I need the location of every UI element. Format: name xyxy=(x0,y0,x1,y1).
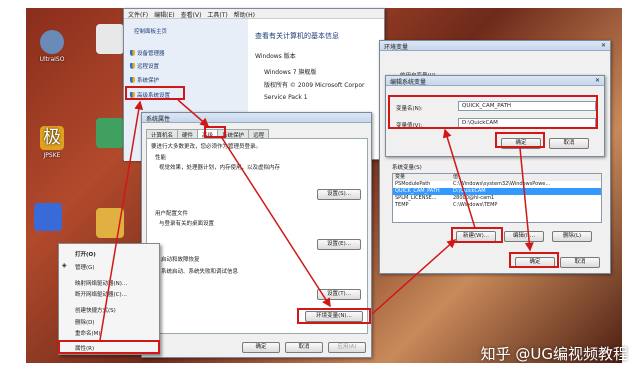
arrow-3 xyxy=(221,137,331,308)
arrow-5 xyxy=(442,128,476,229)
arrow-6 xyxy=(519,147,534,252)
arrow-2 xyxy=(177,99,210,127)
watermark: 知乎 @UG编视频教程 xyxy=(480,345,628,363)
arrow-4 xyxy=(371,239,457,315)
arrow-1 xyxy=(99,100,144,341)
annotation-arrows xyxy=(99,99,534,341)
